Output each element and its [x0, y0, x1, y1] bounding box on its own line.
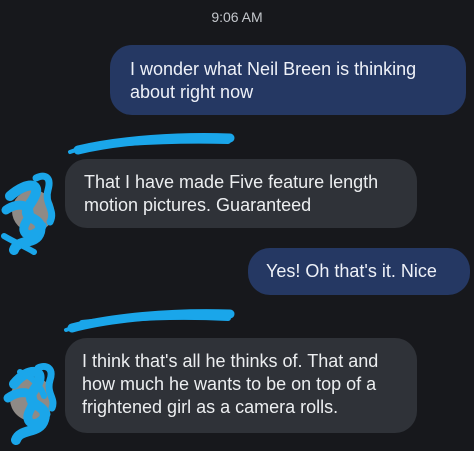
redaction-scribble	[1, 133, 235, 445]
